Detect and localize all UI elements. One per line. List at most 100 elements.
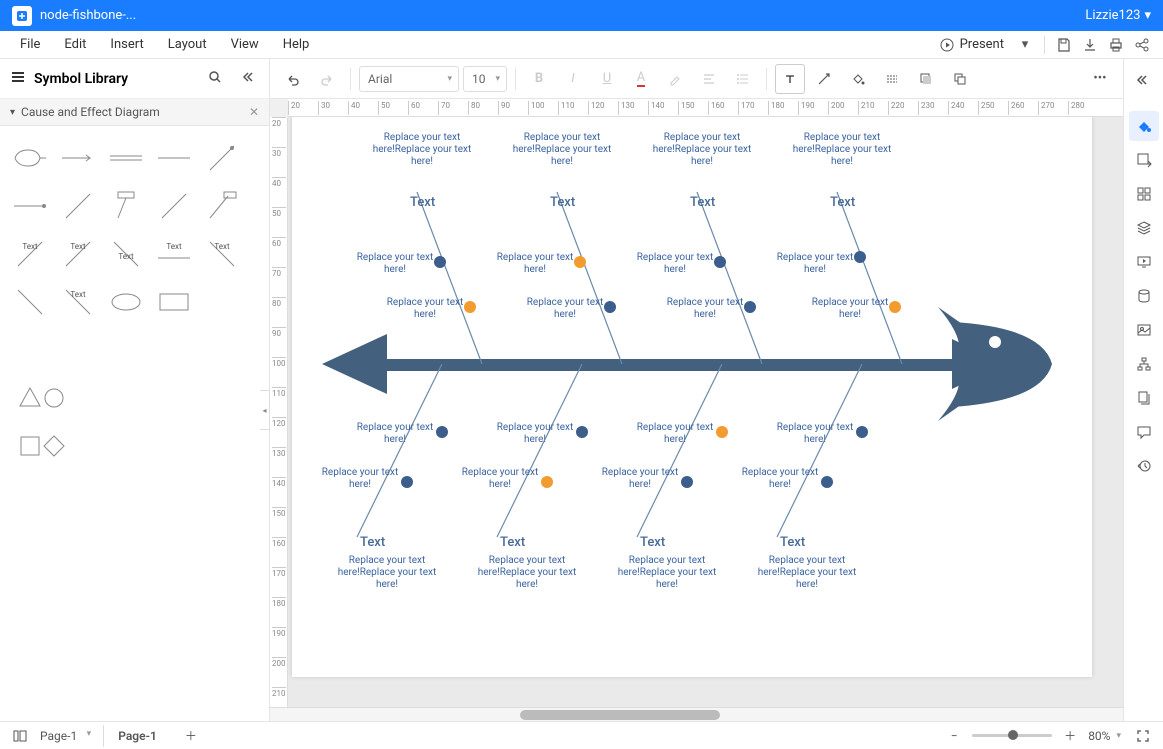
align-button[interactable] [694, 64, 724, 94]
outline-view-icon[interactable] [8, 724, 32, 748]
shape-line[interactable] [150, 134, 198, 182]
fullscreen-icon[interactable] [1131, 724, 1155, 748]
cause-title[interactable]: Text [690, 195, 715, 210]
cause-node[interactable] [856, 426, 868, 438]
cause-item[interactable]: Replace your text here! [810, 297, 890, 321]
shape-diag-text4[interactable]: Text [198, 230, 246, 278]
shape-ellipse[interactable] [102, 278, 150, 326]
insert-icon[interactable] [1129, 145, 1159, 175]
chevron-down-icon[interactable]: ▾ [1116, 731, 1121, 741]
canvas-scroll[interactable]: Replace your text here! Replace your text… [288, 117, 1123, 707]
scrollbar-thumb[interactable] [520, 710, 720, 720]
collapse-sidebar-icon[interactable] [235, 65, 259, 93]
cause-item[interactable]: Replace your text here! [355, 252, 435, 276]
menu-insert[interactable]: Insert [98, 33, 155, 56]
cause-node[interactable] [604, 301, 616, 313]
menu-help[interactable]: Help [271, 33, 322, 56]
shape-rect[interactable] [150, 278, 198, 326]
shape-diag-dot[interactable] [198, 134, 246, 182]
shape-fishhead[interactable] [6, 134, 54, 182]
history-icon[interactable] [1129, 451, 1159, 481]
italic-button[interactable]: I [558, 64, 588, 94]
shape-line-dot[interactable] [6, 182, 54, 230]
arrange-button[interactable] [945, 64, 975, 94]
cause-header[interactable]: Replace your text here!Replace your text… [512, 132, 612, 168]
cause-item[interactable]: Replace your text here! [525, 297, 605, 321]
font-select[interactable]: Arial [359, 66, 459, 92]
menu-layout[interactable]: Layout [156, 33, 219, 56]
shape-diag-text3[interactable]: Text [102, 230, 150, 278]
underline-button[interactable]: U [592, 64, 622, 94]
present-button[interactable]: Present [932, 33, 1012, 56]
present-dropdown[interactable]: ▾ [1012, 32, 1038, 58]
shadow-button[interactable] [911, 64, 941, 94]
close-category-icon[interactable]: ✕ [249, 105, 259, 119]
cause-node[interactable] [889, 301, 901, 313]
more-button[interactable]: ••• [1085, 64, 1115, 94]
cause-item[interactable]: Replace your text here! [635, 252, 715, 276]
grid-icon[interactable] [1129, 179, 1159, 209]
cause-item[interactable]: Replace your text here! [355, 422, 435, 446]
shape-line-arrow[interactable] [54, 134, 102, 182]
expand-panel-icon[interactable] [1129, 65, 1159, 95]
export-icon[interactable] [1077, 32, 1103, 58]
undo-button[interactable] [278, 64, 308, 94]
shape-line-double[interactable] [102, 134, 150, 182]
canvas-page[interactable]: Replace your text here! Replace your text… [292, 117, 1092, 677]
cause-node[interactable] [744, 301, 756, 313]
menu-view[interactable]: View [219, 33, 271, 56]
cause-header[interactable]: Replace your text here!Replace your text… [617, 555, 717, 591]
cause-title[interactable]: Text [550, 195, 575, 210]
highlight-button[interactable] [660, 64, 690, 94]
cause-header[interactable]: Replace your text here!Replace your text… [757, 555, 857, 591]
shape-diag-text2[interactable]: Text [54, 230, 102, 278]
cause-item[interactable]: Replace your text here! [495, 252, 575, 276]
shape-diag-box[interactable] [198, 182, 246, 230]
cause-node[interactable] [854, 251, 866, 263]
cause-node[interactable] [541, 476, 553, 488]
shape-diag-rect[interactable] [102, 182, 150, 230]
cause-node[interactable] [716, 426, 728, 438]
shape-diag1[interactable] [54, 182, 102, 230]
layers-icon[interactable] [1129, 213, 1159, 243]
connector-button[interactable] [809, 64, 839, 94]
line-style-button[interactable] [877, 64, 907, 94]
zoom-out-button[interactable]: − [942, 724, 966, 748]
horizontal-scrollbar[interactable] [270, 707, 1123, 721]
cause-header[interactable]: Replace your text here!Replace your text… [477, 555, 577, 591]
bold-button[interactable]: B [524, 64, 554, 94]
zoom-in-button[interactable]: ＋ [1058, 724, 1082, 748]
theme-icon[interactable] [1129, 111, 1159, 141]
cause-header[interactable]: Replace your text here!Replace your text… [652, 132, 752, 168]
tree-icon[interactable] [1129, 349, 1159, 379]
font-size-select[interactable]: 10 [463, 66, 507, 92]
cause-node[interactable] [821, 476, 833, 488]
comment-icon[interactable] [1129, 417, 1159, 447]
text-color-button[interactable]: A [626, 64, 656, 94]
sidebar-collapse-handle[interactable]: ◂ [260, 390, 270, 430]
cause-header[interactable]: Replace your text here!Replace your text… [337, 555, 437, 591]
shape-diag-text5[interactable]: Text [54, 278, 102, 326]
cause-node[interactable] [436, 426, 448, 438]
page-tab[interactable]: Page-1 [103, 725, 171, 747]
cause-node[interactable] [576, 426, 588, 438]
save-icon[interactable] [1051, 32, 1077, 58]
user-menu[interactable]: Lizzie123▾ [1085, 8, 1151, 23]
cause-node[interactable] [434, 256, 446, 268]
cause-title[interactable]: Text [500, 535, 525, 550]
cause-title[interactable]: Text [360, 535, 385, 550]
shape-diamond[interactable] [30, 422, 78, 470]
cause-title[interactable]: Text [640, 535, 665, 550]
shape-diag2[interactable] [150, 182, 198, 230]
cause-node[interactable] [464, 301, 476, 313]
image-icon[interactable] [1129, 315, 1159, 345]
cause-item[interactable]: Replace your text here! [775, 252, 855, 276]
zoom-slider[interactable] [972, 734, 1052, 737]
menu-edit[interactable]: Edit [52, 33, 98, 56]
shape-category-header[interactable]: ▾ Cause and Effect Diagram ✕ [0, 99, 269, 126]
menu-file[interactable]: File [8, 33, 52, 56]
cause-item[interactable]: Replace your text here! [635, 422, 715, 446]
text-tool-button[interactable] [775, 64, 805, 94]
search-icon[interactable] [203, 65, 227, 93]
shape-line-text[interactable]: Text [150, 230, 198, 278]
